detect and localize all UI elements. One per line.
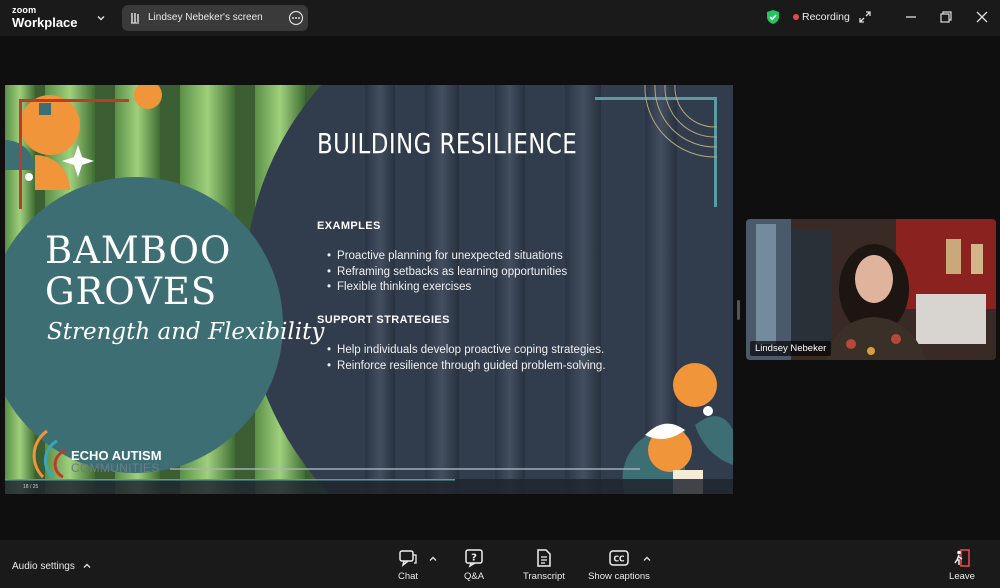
screen-share-icon [131, 13, 139, 24]
title-bar: zoom Workplace Lindsey Nebeker's screen … [0, 0, 1000, 36]
slide-heading: BUILDING RESILIENCE [317, 127, 578, 160]
close-icon[interactable] [975, 10, 989, 24]
chat-button[interactable]: Chat [394, 548, 422, 582]
slide-subtitle: Strength and Flexibility [47, 319, 325, 345]
qa-label: Q&A [463, 571, 485, 582]
app-logo: zoom Workplace [12, 5, 78, 30]
title-line-1: BAMBOO [45, 229, 232, 272]
participant-name: Lindsey Nebeker [750, 341, 832, 356]
list-item: Reinforce resilience through guided prob… [327, 359, 605, 375]
video-frame [746, 219, 996, 360]
examples-heading: EXAMPLES [317, 220, 381, 232]
chat-icon [399, 550, 417, 567]
participant-video[interactable]: Lindsey Nebeker [746, 219, 996, 360]
transcript-button[interactable]: Transcript [519, 548, 569, 582]
resize-handle[interactable] [737, 300, 740, 320]
logo-zoom: zoom [12, 5, 37, 15]
slide-left-title: BAMBOO GROVES [45, 229, 232, 313]
leave-label: Leave [949, 571, 975, 582]
svg-text:CC: CC [613, 555, 625, 564]
chevron-up-icon[interactable] [82, 561, 92, 571]
shared-slide[interactable]: BAMBOO GROVES Strength and Flexibility B… [5, 85, 733, 494]
chat-label: Chat [397, 571, 419, 582]
svg-text:?: ? [471, 553, 477, 564]
list-item: Proactive planning for unexpected situat… [327, 249, 567, 265]
transcript-label: Transcript [523, 571, 565, 582]
logo-communities: COMMUNITIES [71, 461, 160, 475]
qa-button[interactable]: ? Q&A [460, 548, 488, 582]
strategies-list: Help individuals develop proactive copin… [327, 343, 606, 375]
examples-list: Proactive planning for unexpected situat… [327, 249, 567, 296]
qa-icon: ? [465, 549, 483, 568]
screen-share-indicator[interactable]: Lindsey Nebeker's screen [122, 5, 308, 31]
audio-settings-button[interactable]: Audio settings [12, 561, 75, 572]
logo-workplace: Workplace [12, 15, 78, 30]
leave-icon [954, 549, 970, 567]
list-item: Reframing setbacks as learning opportuni… [327, 265, 567, 281]
chevron-up-icon[interactable] [428, 554, 438, 564]
page-indicator[interactable]: 18 / 25 [23, 484, 38, 490]
more-options-icon[interactable] [288, 10, 304, 26]
list-item: Flexible thinking exercises [327, 280, 567, 296]
recording-label[interactable]: Recording [802, 11, 850, 23]
share-label: Lindsey Nebeker's screen [148, 12, 263, 23]
chevron-down-icon[interactable] [95, 12, 107, 24]
restore-icon[interactable] [939, 10, 953, 24]
chevron-up-icon[interactable] [642, 554, 652, 564]
list-item: Help individuals develop proactive copin… [327, 343, 606, 359]
captions-icon: CC [609, 550, 629, 566]
shield-check-icon[interactable] [766, 9, 780, 25]
strategies-heading: SUPPORT STRATEGIES [317, 314, 450, 326]
leave-button[interactable]: Leave [944, 548, 980, 582]
expand-icon[interactable] [858, 10, 872, 24]
captions-label: Show captions [588, 571, 650, 582]
recording-dot [793, 14, 799, 20]
transcript-icon [537, 549, 551, 567]
meeting-toolbar: Audio settings Chat ? Q&A Transcript CC … [0, 540, 1000, 588]
title-line-2: GROVES [45, 269, 218, 313]
minimize-icon[interactable] [904, 10, 918, 24]
